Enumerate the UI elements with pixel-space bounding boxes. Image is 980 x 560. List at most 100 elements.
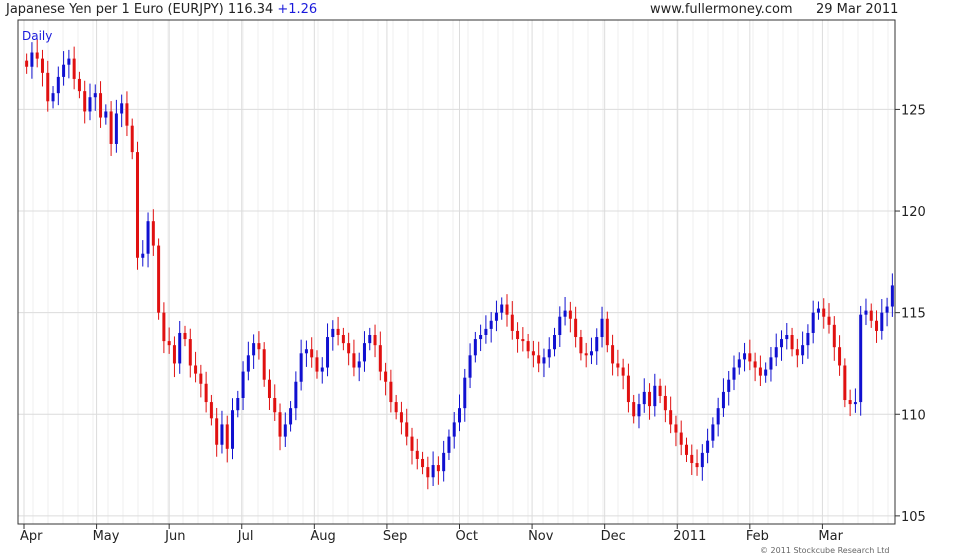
candle-body — [801, 345, 805, 356]
candle-body — [421, 458, 425, 468]
candle-body — [774, 347, 778, 358]
candle-body — [362, 343, 366, 362]
candle-body — [56, 76, 60, 94]
candle-body — [785, 335, 789, 340]
candle-body — [827, 316, 831, 325]
candle-body — [436, 465, 440, 472]
candle-body — [172, 345, 176, 364]
candle-body — [553, 335, 557, 350]
candle-body — [310, 349, 314, 358]
candle-body — [46, 72, 50, 102]
candle-body — [289, 408, 293, 425]
y-tick-label: 105 — [901, 510, 926, 525]
candle-body — [605, 318, 609, 346]
candle-body — [642, 391, 646, 405]
candle-body — [780, 339, 784, 348]
grid-layer — [18, 20, 895, 524]
candle-body — [579, 337, 583, 354]
x-tick-label: May — [93, 529, 120, 544]
candle-body — [589, 351, 593, 356]
candle-body — [146, 221, 150, 254]
candle-body — [299, 353, 303, 382]
candle-body — [135, 152, 139, 258]
candle-body — [394, 402, 398, 413]
candle-body — [790, 335, 794, 350]
copyright-notice: © 2011 Stockcube Research Ltd — [760, 546, 890, 555]
candle-body — [468, 355, 472, 378]
candle-body — [600, 318, 604, 338]
candle-body — [706, 440, 710, 453]
candle-body — [795, 349, 799, 356]
candle-body — [584, 353, 588, 356]
candle-body — [368, 335, 372, 344]
candle-body — [764, 369, 768, 376]
candle-body — [516, 330, 520, 340]
candle-body — [426, 467, 430, 478]
candle-body — [838, 347, 842, 366]
candle-body — [283, 424, 287, 437]
candle-body — [537, 355, 541, 364]
candle-body — [721, 391, 725, 409]
x-tick-label: Dec — [601, 529, 626, 544]
candle-body — [494, 312, 498, 321]
candle-body — [458, 408, 461, 423]
candle-body — [262, 349, 266, 380]
candle-body — [378, 345, 382, 372]
candle-body — [267, 379, 271, 398]
candle-body — [816, 308, 820, 313]
candle-body — [679, 432, 683, 445]
candle-body — [384, 371, 388, 382]
candle-body — [151, 221, 155, 246]
candle-body — [558, 316, 562, 335]
candle-body — [109, 111, 113, 144]
candle-body — [125, 103, 129, 126]
candle-body — [341, 335, 345, 344]
x-tick-label: Jun — [164, 529, 185, 544]
candle-body — [473, 339, 477, 356]
candle-body — [616, 363, 620, 368]
candle-body — [188, 339, 192, 366]
candle-body — [294, 381, 298, 409]
candle-body — [737, 359, 741, 368]
candle-body — [637, 404, 641, 417]
candle-body — [674, 424, 678, 433]
candle-body — [252, 343, 256, 356]
candle-body — [62, 64, 66, 77]
candle-body — [510, 314, 514, 331]
candle-body — [315, 357, 319, 372]
candle-body — [748, 353, 752, 362]
candle-body — [769, 357, 773, 370]
candle-body — [890, 285, 894, 307]
x-tick-label: 2011 — [673, 529, 706, 544]
series-label: Daily — [22, 29, 52, 43]
candle-body — [531, 351, 535, 356]
candle-body — [357, 361, 361, 368]
candle-body — [199, 373, 203, 384]
candle-body — [114, 113, 118, 144]
candle-body — [447, 436, 451, 453]
candle-body — [695, 463, 699, 468]
candle-body — [547, 349, 551, 358]
candle-body — [352, 353, 356, 368]
candle-body — [72, 58, 76, 79]
candle-body — [241, 371, 245, 398]
candle-body — [141, 253, 145, 258]
candle-body — [130, 125, 134, 153]
candle-body — [563, 310, 567, 317]
candle-body — [93, 93, 97, 98]
candle-body — [505, 304, 509, 315]
candle-body — [405, 422, 409, 437]
candle-body — [568, 310, 572, 319]
candle-body — [336, 328, 340, 335]
candle-body — [273, 398, 277, 413]
candle-body — [727, 379, 731, 392]
candle-body — [389, 381, 393, 403]
candle-body — [257, 343, 261, 350]
candle-body — [320, 367, 324, 372]
candle-body — [225, 424, 229, 449]
candle-body — [399, 412, 403, 423]
candle-body — [442, 452, 446, 472]
candle-body — [204, 383, 208, 403]
candle-body — [848, 400, 852, 405]
candle-body — [716, 408, 720, 425]
